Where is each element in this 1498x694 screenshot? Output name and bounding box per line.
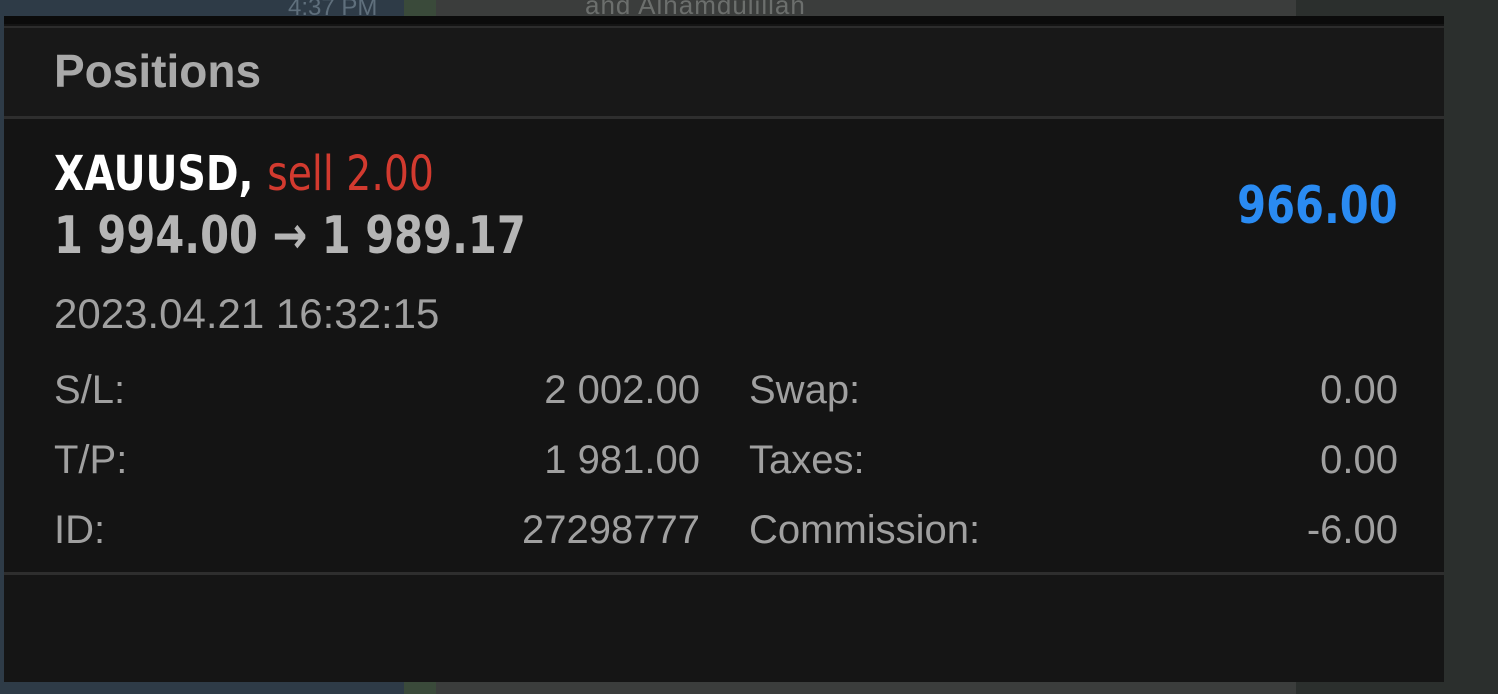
positions-panel: Positions XAUUSD, sell 2.00 1 994.00 → 1… xyxy=(4,16,1444,682)
detail-row: T/P: 1 981.00 Taxes: 0.00 xyxy=(4,438,1444,498)
stop-loss-value: 2 002.00 xyxy=(544,368,700,412)
open-time: 2023.04.21 16:32:15 xyxy=(54,290,440,337)
open-price: 1 994.00 xyxy=(54,206,258,266)
arrow-right-icon: → xyxy=(272,206,308,266)
commission-label: Commission: xyxy=(749,508,981,552)
price-line: 1 994.00 → 1 989.17 xyxy=(54,206,526,266)
panel-top-bar xyxy=(4,16,1444,24)
commission-value: -6.00 xyxy=(1306,508,1398,552)
symbol-separator: , xyxy=(238,146,254,202)
panel-title: Positions xyxy=(54,45,262,97)
id-label: ID: xyxy=(54,508,106,552)
panel-footer xyxy=(4,575,1444,682)
swap-value: 0.00 xyxy=(1320,368,1398,412)
detail-row: ID: 27298777 Commission: -6.00 xyxy=(4,508,1444,568)
symbol-label: XAUUSD xyxy=(54,146,239,202)
detail-row: S/L: 2 002.00 Swap: 0.00 xyxy=(4,368,1444,428)
current-price: 1 989.17 xyxy=(321,206,526,266)
stop-loss-label: S/L: xyxy=(54,368,126,412)
taxes-value: 0.00 xyxy=(1320,438,1398,482)
taxes-label: Taxes: xyxy=(749,438,865,482)
position-item[interactable]: XAUUSD, sell 2.00 1 994.00 → 1 989.17 96… xyxy=(4,120,1444,570)
side-volume-label: sell 2.00 xyxy=(267,146,434,202)
id-value: 27298777 xyxy=(522,508,700,552)
take-profit-label: T/P: xyxy=(54,438,128,482)
position-symbol-line: XAUUSD, sell 2.00 xyxy=(54,146,434,202)
swap-label: Swap: xyxy=(749,368,861,412)
take-profit-value: 1 981.00 xyxy=(544,438,700,482)
panel-header: Positions xyxy=(4,28,1444,119)
profit-value: 966.00 xyxy=(1237,176,1398,236)
